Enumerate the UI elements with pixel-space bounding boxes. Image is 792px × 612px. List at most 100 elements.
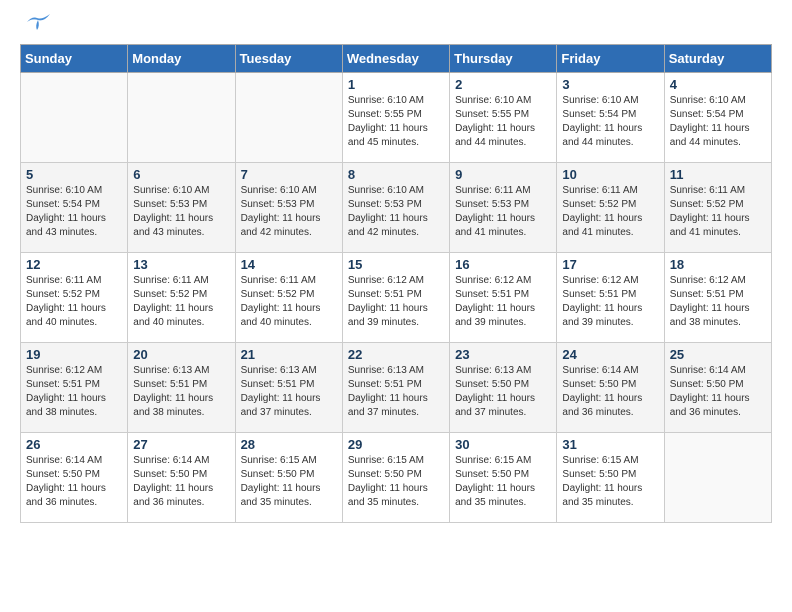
calendar-cell: 31 Sunrise: 6:15 AM Sunset: 5:50 PM Dayli… bbox=[557, 433, 664, 523]
day-info: Sunrise: 6:14 AM Sunset: 5:50 PM Dayligh… bbox=[26, 454, 122, 510]
day-info: Sunrise: 6:15 AM Sunset: 5:50 PM Dayligh… bbox=[348, 454, 444, 510]
calendar-cell bbox=[21, 73, 128, 163]
calendar-cell: 20 Sunrise: 6:13 AM Sunset: 5:51 PM Dayli… bbox=[128, 343, 235, 433]
day-info: Sunrise: 6:11 AM Sunset: 5:52 PM Dayligh… bbox=[26, 274, 122, 330]
day-number: 27 bbox=[133, 437, 229, 452]
day-number: 28 bbox=[241, 437, 337, 452]
day-number: 7 bbox=[241, 167, 337, 182]
day-info: Sunrise: 6:13 AM Sunset: 5:51 PM Dayligh… bbox=[133, 364, 229, 420]
day-number: 18 bbox=[670, 257, 766, 272]
logo-bird-icon bbox=[22, 12, 52, 34]
day-number: 23 bbox=[455, 347, 551, 362]
day-info: Sunrise: 6:11 AM Sunset: 5:52 PM Dayligh… bbox=[562, 184, 658, 240]
day-info: Sunrise: 6:11 AM Sunset: 5:52 PM Dayligh… bbox=[241, 274, 337, 330]
day-number: 31 bbox=[562, 437, 658, 452]
week-row-1: 5Sunrise: 6:10 AM Sunset: 5:54 PM Daylig… bbox=[21, 163, 772, 253]
calendar-cell: 25Sunrise: 6:14 AM Sunset: 5:50 PM Dayli… bbox=[664, 343, 771, 433]
day-info: Sunrise: 6:13 AM Sunset: 5:51 PM Dayligh… bbox=[241, 364, 337, 420]
day-info: Sunrise: 6:10 AM Sunset: 5:54 PM Dayligh… bbox=[670, 94, 766, 150]
week-row-0: 1 Sunrise: 6:10 AM Sunset: 5:55 PM Daylig… bbox=[21, 73, 772, 163]
calendar-cell: 29 Sunrise: 6:15 AM Sunset: 5:50 PM Dayli… bbox=[342, 433, 449, 523]
day-number: 12 bbox=[26, 257, 122, 272]
day-info: Sunrise: 6:14 AM Sunset: 5:50 PM Dayligh… bbox=[562, 364, 658, 420]
week-row-2: 12 Sunrise: 6:11 AM Sunset: 5:52 PM Dayli… bbox=[21, 253, 772, 343]
day-number: 30 bbox=[455, 437, 551, 452]
day-info: Sunrise: 6:13 AM Sunset: 5:51 PM Dayligh… bbox=[348, 364, 444, 420]
calendar-cell bbox=[128, 73, 235, 163]
day-info: Sunrise: 6:12 AM Sunset: 5:51 PM Dayligh… bbox=[670, 274, 766, 330]
calendar-cell: 22 Sunrise: 6:13 AM Sunset: 5:51 PM Dayli… bbox=[342, 343, 449, 433]
calendar-cell: 18 Sunrise: 6:12 AM Sunset: 5:51 PM Dayli… bbox=[664, 253, 771, 343]
day-number: 3 bbox=[562, 77, 658, 92]
calendar-cell: 30 Sunrise: 6:15 AM Sunset: 5:50 PM Dayli… bbox=[450, 433, 557, 523]
day-info: Sunrise: 6:11 AM Sunset: 5:52 PM Dayligh… bbox=[670, 184, 766, 240]
day-info: Sunrise: 6:12 AM Sunset: 5:51 PM Dayligh… bbox=[562, 274, 658, 330]
weekday-header-sunday: Sunday bbox=[21, 45, 128, 73]
calendar-cell: 19Sunrise: 6:12 AM Sunset: 5:51 PM Dayli… bbox=[21, 343, 128, 433]
day-info: Sunrise: 6:14 AM Sunset: 5:50 PM Dayligh… bbox=[133, 454, 229, 510]
day-info: Sunrise: 6:10 AM Sunset: 5:53 PM Dayligh… bbox=[133, 184, 229, 240]
day-number: 21 bbox=[241, 347, 337, 362]
logo bbox=[20, 20, 52, 34]
day-number: 24 bbox=[562, 347, 658, 362]
calendar-cell: 7Sunrise: 6:10 AM Sunset: 5:53 PM Daylig… bbox=[235, 163, 342, 253]
day-number: 4 bbox=[670, 77, 766, 92]
day-number: 11 bbox=[670, 167, 766, 182]
weekday-header-monday: Monday bbox=[128, 45, 235, 73]
calendar-cell: 14 Sunrise: 6:11 AM Sunset: 5:52 PM Dayli… bbox=[235, 253, 342, 343]
page-header bbox=[20, 20, 772, 34]
day-number: 26 bbox=[26, 437, 122, 452]
weekday-header-friday: Friday bbox=[557, 45, 664, 73]
calendar-cell: 24 Sunrise: 6:14 AM Sunset: 5:50 PM Dayli… bbox=[557, 343, 664, 433]
calendar-cell: 9 Sunrise: 6:11 AM Sunset: 5:53 PM Daylig… bbox=[450, 163, 557, 253]
day-info: Sunrise: 6:12 AM Sunset: 5:51 PM Dayligh… bbox=[348, 274, 444, 330]
calendar-cell: 15 Sunrise: 6:12 AM Sunset: 5:51 PM Dayli… bbox=[342, 253, 449, 343]
calendar-cell: 5Sunrise: 6:10 AM Sunset: 5:54 PM Daylig… bbox=[21, 163, 128, 253]
calendar-cell: 13 Sunrise: 6:11 AM Sunset: 5:52 PM Dayli… bbox=[128, 253, 235, 343]
day-number: 10 bbox=[562, 167, 658, 182]
day-number: 29 bbox=[348, 437, 444, 452]
day-number: 9 bbox=[455, 167, 551, 182]
day-info: Sunrise: 6:11 AM Sunset: 5:52 PM Dayligh… bbox=[133, 274, 229, 330]
day-info: Sunrise: 6:10 AM Sunset: 5:55 PM Dayligh… bbox=[348, 94, 444, 150]
week-row-3: 19Sunrise: 6:12 AM Sunset: 5:51 PM Dayli… bbox=[21, 343, 772, 433]
day-number: 14 bbox=[241, 257, 337, 272]
calendar-cell: 16 Sunrise: 6:12 AM Sunset: 5:51 PM Dayli… bbox=[450, 253, 557, 343]
day-info: Sunrise: 6:10 AM Sunset: 5:55 PM Dayligh… bbox=[455, 94, 551, 150]
calendar-cell: 28 Sunrise: 6:15 AM Sunset: 5:50 PM Dayli… bbox=[235, 433, 342, 523]
calendar-cell: 11 Sunrise: 6:11 AM Sunset: 5:52 PM Dayli… bbox=[664, 163, 771, 253]
day-number: 22 bbox=[348, 347, 444, 362]
day-info: Sunrise: 6:11 AM Sunset: 5:53 PM Dayligh… bbox=[455, 184, 551, 240]
calendar-table: SundayMondayTuesdayWednesdayThursdayFrid… bbox=[20, 44, 772, 523]
calendar-cell: 1 Sunrise: 6:10 AM Sunset: 5:55 PM Daylig… bbox=[342, 73, 449, 163]
day-info: Sunrise: 6:15 AM Sunset: 5:50 PM Dayligh… bbox=[455, 454, 551, 510]
day-info: Sunrise: 6:15 AM Sunset: 5:50 PM Dayligh… bbox=[241, 454, 337, 510]
calendar-cell: 3 Sunrise: 6:10 AM Sunset: 5:54 PM Daylig… bbox=[557, 73, 664, 163]
day-number: 25 bbox=[670, 347, 766, 362]
day-number: 13 bbox=[133, 257, 229, 272]
day-number: 15 bbox=[348, 257, 444, 272]
day-number: 2 bbox=[455, 77, 551, 92]
weekday-header-row: SundayMondayTuesdayWednesdayThursdayFrid… bbox=[21, 45, 772, 73]
day-info: Sunrise: 6:10 AM Sunset: 5:54 PM Dayligh… bbox=[562, 94, 658, 150]
calendar-cell: 8Sunrise: 6:10 AM Sunset: 5:53 PM Daylig… bbox=[342, 163, 449, 253]
calendar-cell: 23 Sunrise: 6:13 AM Sunset: 5:50 PM Dayli… bbox=[450, 343, 557, 433]
day-info: Sunrise: 6:12 AM Sunset: 5:51 PM Dayligh… bbox=[455, 274, 551, 330]
day-number: 16 bbox=[455, 257, 551, 272]
calendar-cell bbox=[664, 433, 771, 523]
calendar-cell: 12 Sunrise: 6:11 AM Sunset: 5:52 PM Dayli… bbox=[21, 253, 128, 343]
calendar-cell: 21 Sunrise: 6:13 AM Sunset: 5:51 PM Dayli… bbox=[235, 343, 342, 433]
weekday-header-tuesday: Tuesday bbox=[235, 45, 342, 73]
calendar-cell: 10 Sunrise: 6:11 AM Sunset: 5:52 PM Dayli… bbox=[557, 163, 664, 253]
calendar-cell: 4 Sunrise: 6:10 AM Sunset: 5:54 PM Daylig… bbox=[664, 73, 771, 163]
weekday-header-saturday: Saturday bbox=[664, 45, 771, 73]
day-info: Sunrise: 6:13 AM Sunset: 5:50 PM Dayligh… bbox=[455, 364, 551, 420]
calendar-cell: 27 Sunrise: 6:14 AM Sunset: 5:50 PM Dayli… bbox=[128, 433, 235, 523]
day-info: Sunrise: 6:10 AM Sunset: 5:53 PM Dayligh… bbox=[348, 184, 444, 240]
weekday-header-wednesday: Wednesday bbox=[342, 45, 449, 73]
day-number: 1 bbox=[348, 77, 444, 92]
day-info: Sunrise: 6:15 AM Sunset: 5:50 PM Dayligh… bbox=[562, 454, 658, 510]
calendar-cell: 17Sunrise: 6:12 AM Sunset: 5:51 PM Dayli… bbox=[557, 253, 664, 343]
day-number: 20 bbox=[133, 347, 229, 362]
week-row-4: 26 Sunrise: 6:14 AM Sunset: 5:50 PM Dayli… bbox=[21, 433, 772, 523]
